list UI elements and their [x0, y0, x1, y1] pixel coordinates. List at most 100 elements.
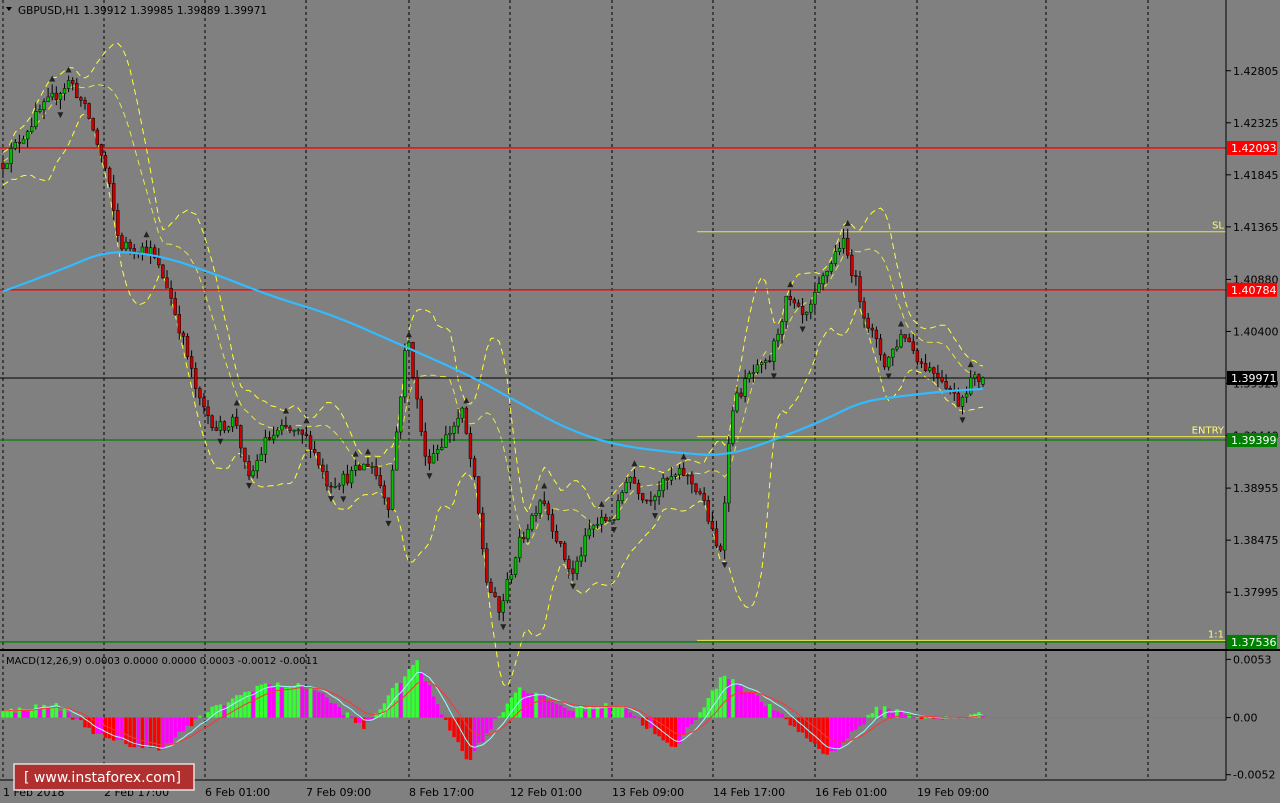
candle-body [329, 485, 333, 488]
macd-bar [444, 717, 448, 721]
candle-body [296, 429, 300, 432]
macd-bar [870, 713, 875, 718]
macd-bar [234, 695, 239, 718]
watermark-text: [ www.instaforex.com] [24, 770, 181, 786]
gbpusd-h1-chart[interactable]: SL ENTRY 1:1 1.42805 1.42325 1.41845 1.41365 1… [0, 0, 1280, 803]
macd-bar [440, 714, 444, 718]
candle-body [71, 80, 75, 84]
candle-body [42, 101, 46, 110]
candle-body [222, 421, 227, 431]
macd-bar [173, 717, 177, 738]
candle-body [276, 429, 280, 436]
candle-body [79, 97, 83, 101]
candle-body [690, 474, 694, 485]
candle-body [673, 474, 678, 477]
time-tick-label: 19 Feb 09:00 [917, 786, 989, 799]
candle-body [599, 516, 604, 525]
candle-body [960, 396, 965, 407]
macd-bar [341, 715, 346, 718]
candle-body [714, 528, 719, 547]
macd-bar [583, 711, 587, 718]
macd-bar [193, 717, 198, 720]
candle-body [899, 334, 903, 348]
candle-body [411, 342, 415, 378]
candle-body [308, 435, 313, 450]
candle-body [386, 497, 391, 510]
macd-bar [333, 703, 337, 718]
candle-body [83, 99, 87, 104]
candle-body [292, 429, 296, 432]
candle-body [854, 275, 858, 277]
macd-bar [493, 717, 497, 719]
candle-body [472, 458, 477, 477]
macd-bar [29, 710, 34, 718]
candle-body [583, 535, 587, 557]
candle-body [415, 377, 419, 400]
macd-bar [542, 695, 546, 718]
macd-bar [476, 717, 481, 743]
candle-body [185, 336, 190, 357]
candle-body [526, 528, 530, 540]
macd-bar [866, 714, 870, 718]
macd-bar [563, 707, 567, 718]
candle-body [62, 88, 67, 94]
candle-body [882, 354, 887, 368]
macd-bar [136, 717, 141, 747]
macd-bar [140, 717, 145, 749]
time-tick-label: 12 Feb 01:00 [510, 786, 582, 799]
candle-body [349, 469, 354, 484]
candle-body [751, 372, 756, 374]
candle-body [366, 463, 370, 467]
macd-bar [837, 717, 842, 749]
macd-bar [95, 717, 100, 734]
candle-body [706, 500, 710, 522]
macd-bar [612, 707, 616, 718]
candle-body [817, 283, 821, 293]
candle-body [46, 96, 50, 102]
macd-bar [915, 716, 920, 718]
macd-label: MACD(12,26,9) 0.0003 0.0000 0.0000 0.000… [6, 656, 318, 667]
macd-bar [661, 717, 665, 741]
macd-bar [431, 696, 436, 718]
candle-body [522, 536, 526, 540]
candle-body [718, 545, 723, 551]
candle-body [17, 142, 22, 144]
candle-body [755, 364, 760, 373]
candle-body [776, 334, 780, 342]
candle-body [341, 473, 346, 486]
macd-bar [103, 717, 108, 738]
candle-body [620, 492, 624, 501]
macd-bar [411, 664, 415, 718]
macd-bar [226, 702, 231, 718]
candle-body [825, 270, 829, 277]
candle-body [54, 92, 58, 100]
macd-bar [169, 717, 173, 744]
watermark[interactable]: [ www.instaforex.com] [13, 763, 195, 791]
macd-bar [251, 691, 255, 718]
macd-bar [423, 681, 428, 718]
candle-body [759, 362, 764, 365]
macd-bar [874, 706, 879, 718]
candle-body [251, 470, 255, 477]
candle-body [805, 311, 809, 315]
candle-body [800, 305, 805, 315]
candle-body [846, 237, 850, 256]
candle-body [99, 144, 104, 156]
candle-body [870, 327, 874, 331]
macd-bar [489, 717, 493, 730]
candle-body [177, 314, 181, 334]
macd-bar [202, 717, 206, 719]
macd-bar [759, 701, 764, 718]
macd-bar [550, 702, 555, 718]
macd-bar [567, 710, 571, 718]
time-tick-label: 16 Feb 01:00 [815, 786, 887, 799]
macd-bar [329, 702, 333, 718]
candle-body [895, 346, 899, 350]
price-tick-label: 1.42805 [1233, 65, 1279, 78]
candle-body [34, 111, 38, 127]
candle-body [95, 129, 99, 145]
candle-body [612, 519, 616, 521]
candle-body [181, 332, 186, 337]
macd-bar [751, 693, 756, 718]
price-tick-label: 1.38955 [1233, 482, 1279, 495]
